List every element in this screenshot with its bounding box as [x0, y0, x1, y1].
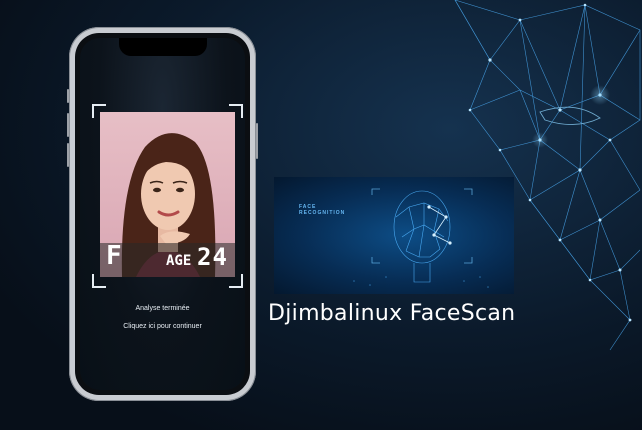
face-recognition-banner: FACE RECOGNITION [274, 177, 514, 294]
smartphone-mockup: F AGE 24 Analyse terminée Cliquez ici po… [67, 27, 258, 401]
age-label: AGE [166, 253, 192, 269]
wireframe-head-graphic [353, 188, 489, 288]
brand-name: Djimbalinux FaceScan [268, 301, 516, 326]
age-result: 24 [197, 243, 228, 271]
phone-notch [118, 38, 207, 56]
continue-link[interactable]: Cliquez ici pour continuer [80, 323, 245, 330]
result-overlay: F AGE 24 [100, 241, 235, 277]
phone-screen: F AGE 24 Analyse terminée Cliquez ici po… [80, 38, 245, 390]
gender-result: F [106, 241, 123, 271]
phone-volume-up-button [67, 113, 69, 137]
phone-power-button [256, 123, 258, 159]
face-photo: F AGE 24 [100, 112, 235, 277]
phone-side-button [67, 89, 69, 103]
phone-volume-down-button [67, 143, 69, 167]
phone-bezel: F AGE 24 Analyse terminée Cliquez ici po… [75, 33, 250, 395]
banner-title: FACE RECOGNITION [299, 204, 346, 216]
analysis-status-text: Analyse terminée [135, 305, 190, 312]
